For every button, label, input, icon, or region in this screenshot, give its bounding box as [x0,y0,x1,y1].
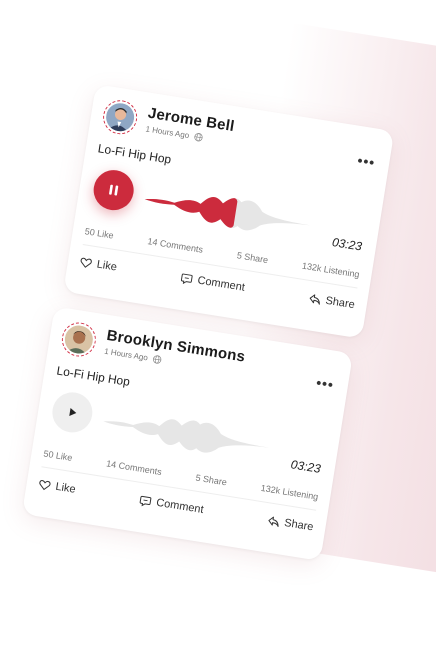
audio-waveform[interactable] [142,179,314,245]
play-icon [69,408,77,416]
like-button[interactable]: Like [38,478,77,496]
globe-icon [153,355,162,364]
like-label: Like [95,258,118,274]
play-button[interactable] [49,389,96,436]
share-count: 5 Share [194,472,228,488]
comment-button[interactable]: Comment [180,272,246,294]
listening-count: 132k Listening [260,482,319,502]
share-icon [268,516,279,527]
like-count: 50 Like [42,448,74,463]
more-icon[interactable]: ••• [315,374,335,393]
post-card: Brooklyn Simmons 1 Hours Ago ••• Lo-Fi H… [21,306,354,561]
avatar[interactable] [100,97,140,137]
heart-icon [39,480,51,491]
more-icon[interactable]: ••• [356,152,376,171]
share-icon [309,294,320,305]
track-duration: 03:23 [289,457,322,476]
comment-count: 14 Comments [146,236,204,255]
author-name[interactable]: Brooklyn Simmons [106,327,247,366]
feed: Jerome Bell 1 Hours Ago ••• Lo-Fi Hip Ho… [16,84,436,658]
pause-button[interactable] [90,167,137,214]
track-genre: Lo-Fi Hip Hop [55,363,131,389]
comment-label: Comment [155,496,205,517]
comment-label: Comment [196,274,246,294]
avatar[interactable] [59,320,99,359]
share-button[interactable]: Share [308,292,356,311]
share-button[interactable]: Share [267,514,315,534]
share-label: Share [324,294,356,312]
comment-icon [181,273,193,285]
comment-button[interactable]: Comment [139,494,205,517]
waveform-progress [144,196,238,228]
audio-waveform[interactable] [100,402,272,468]
share-label: Share [283,516,315,534]
like-count: 50 Like [84,226,115,241]
like-label: Like [54,480,77,496]
track-duration: 03:23 [331,235,363,254]
share-count: 5 Share [236,250,269,266]
comment-icon [139,495,152,507]
like-button[interactable]: Like [79,256,118,274]
track-genre: Lo-Fi Hip Hop [96,141,173,167]
globe-icon [194,133,203,142]
heart-icon [80,257,92,268]
pause-icon [109,184,119,196]
comment-count: 14 Comments [105,458,163,478]
waveform-track [103,419,270,453]
listening-count: 132k Listening [301,260,361,280]
